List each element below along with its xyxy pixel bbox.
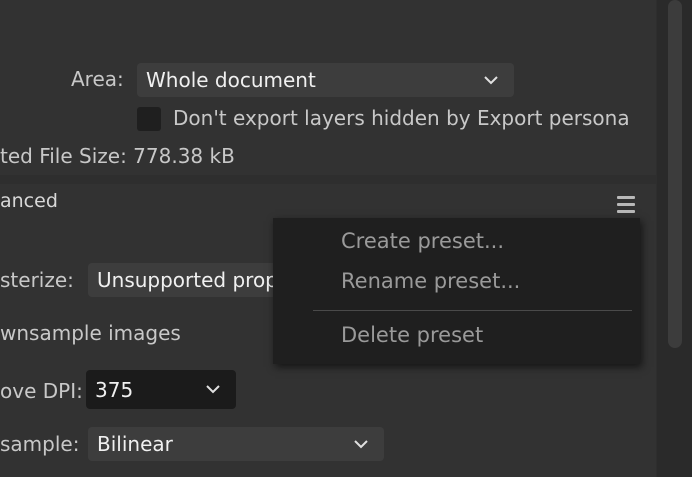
area-label: Area: — [71, 67, 124, 91]
hamburger-line — [617, 196, 635, 199]
area-dropdown[interactable]: Whole document — [137, 63, 514, 97]
above-dpi-value: 375 — [95, 378, 134, 402]
rasterize-dropdown-value: Unsupported prop — [97, 268, 278, 292]
preset-context-menu: Create preset... Rename preset... Delete… — [273, 218, 640, 364]
above-dpi-label: ove DPI: — [0, 379, 83, 403]
hidden-layers-checkbox[interactable] — [137, 107, 161, 131]
advanced-section-title[interactable]: anced — [0, 190, 58, 212]
area-dropdown-value: Whole document — [146, 68, 316, 92]
chevron-down-icon — [480, 63, 502, 97]
downsample-label[interactable]: wnsample images — [0, 321, 181, 345]
resample-dropdown[interactable]: Bilinear — [88, 427, 384, 461]
above-dpi-dropdown[interactable]: 375 — [86, 370, 236, 409]
menu-item-rename-preset[interactable]: Rename preset... — [341, 269, 520, 293]
estimated-file-size: ted File Size: 778.38 kB — [0, 144, 235, 168]
rasterize-label: sterize: — [0, 268, 74, 292]
menu-divider — [313, 310, 632, 311]
chevron-down-icon — [202, 370, 224, 409]
resample-dropdown-value: Bilinear — [97, 432, 173, 456]
menu-item-create-preset[interactable]: Create preset... — [341, 229, 504, 253]
hamburger-line — [617, 210, 635, 213]
scrollbar-thumb[interactable] — [668, 0, 682, 348]
preset-menu-icon[interactable] — [617, 196, 635, 214]
hidden-layers-label: Don't export layers hidden by Export per… — [173, 106, 630, 130]
menu-item-delete-preset[interactable]: Delete preset — [341, 323, 483, 347]
chevron-down-icon — [350, 427, 372, 461]
hamburger-line — [617, 203, 635, 206]
resample-label: sample: — [0, 432, 80, 456]
